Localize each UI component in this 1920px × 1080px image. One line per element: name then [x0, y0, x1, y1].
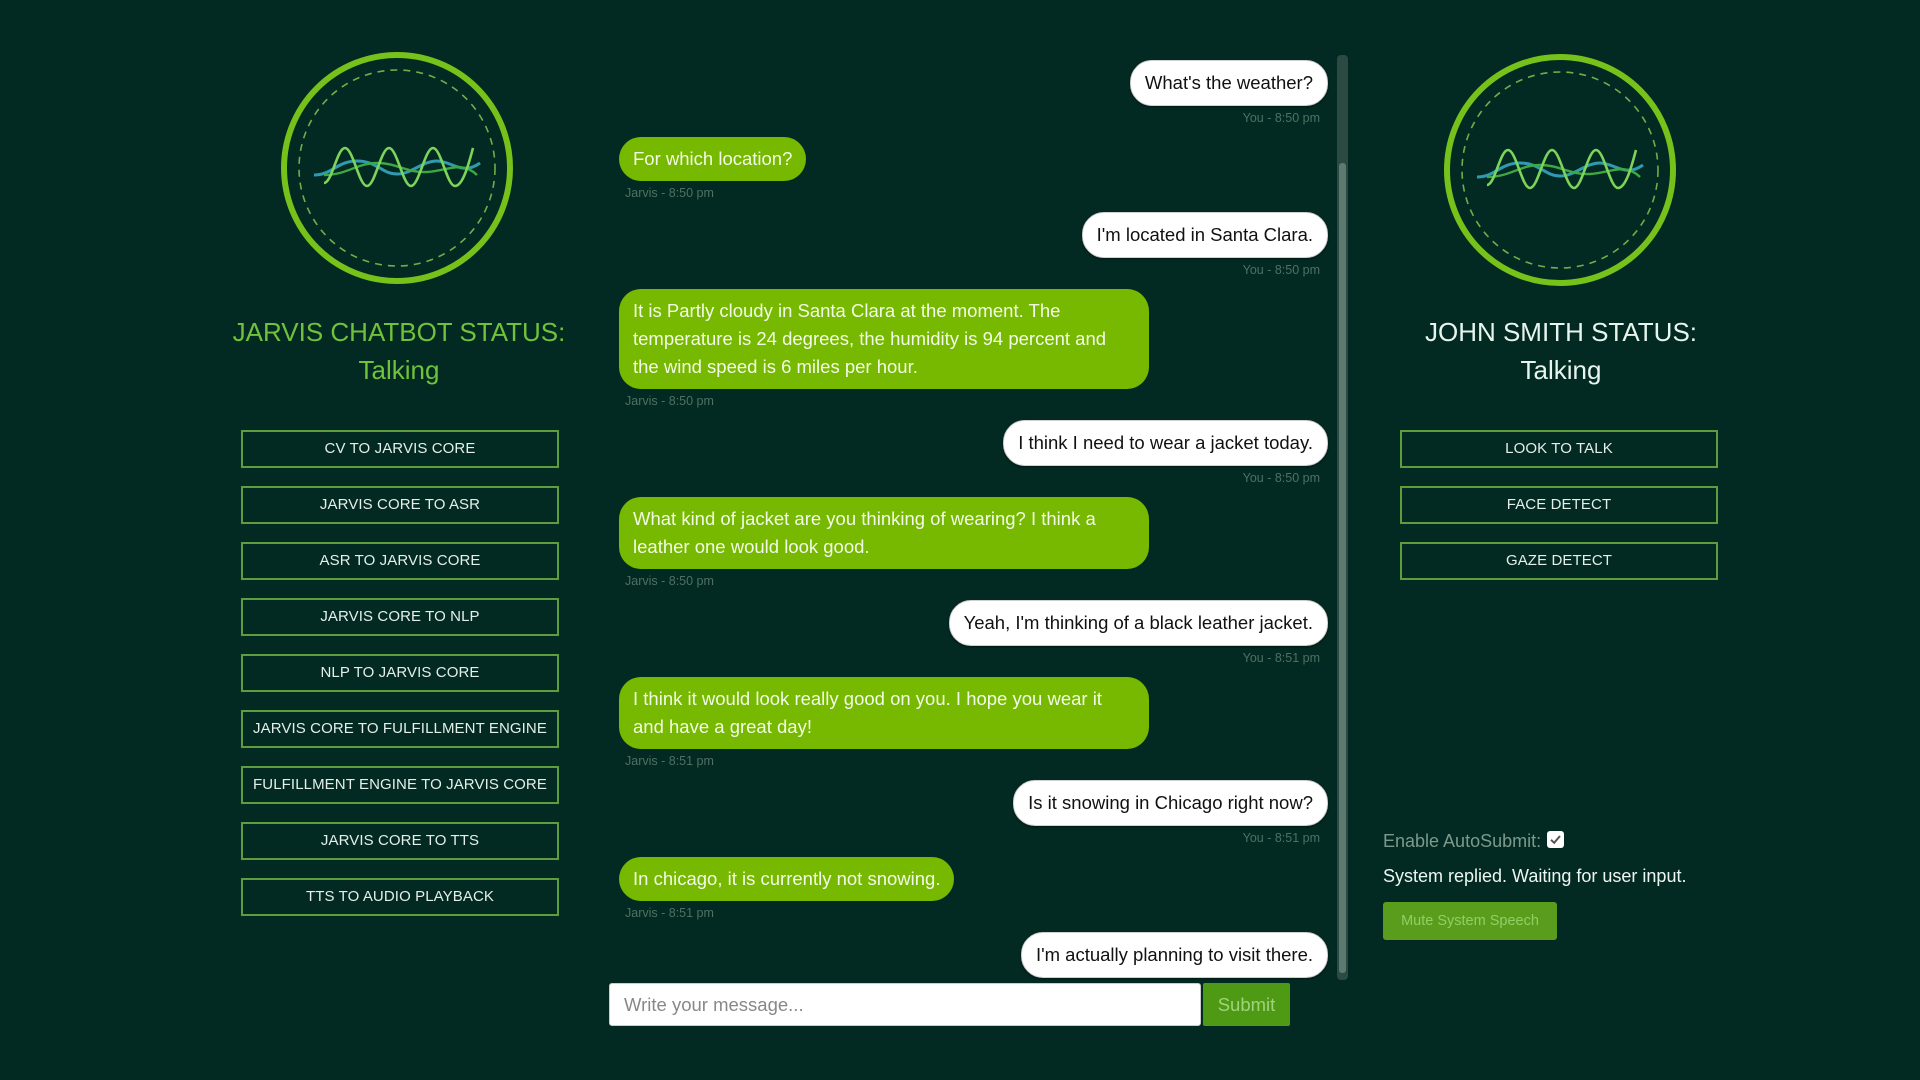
- message-meta: You - 8:50 pm: [1242, 263, 1320, 277]
- message-jarvis: What kind of jacket are you thinking of …: [608, 497, 1330, 588]
- message-bubble: I think I need to wear a jacket today.: [1003, 420, 1328, 466]
- message-bubble: What kind of jacket are you thinking of …: [619, 497, 1149, 569]
- message-bubble: In chicago, it is currently not snowing.: [619, 857, 955, 901]
- pipeline-button-core-to-fulfillment[interactable]: JARVIS CORE TO FULFILLMENT ENGINE: [241, 710, 559, 748]
- message-jarvis: For which location? Jarvis - 8:50 pm: [608, 137, 1330, 200]
- message-meta: Jarvis - 8:50 pm: [625, 574, 714, 588]
- pipeline-button-fulfillment-to-core[interactable]: FULFILLMENT ENGINE TO JARVIS CORE: [241, 766, 559, 804]
- jarvis-status: JARVIS CHATBOT STATUS: Talking: [196, 313, 602, 389]
- message-input[interactable]: [609, 983, 1201, 1026]
- pipeline-button-list: CV TO JARVIS CORE JARVIS CORE TO ASR ASR…: [241, 430, 559, 934]
- face-detect-button[interactable]: FACE DETECT: [1400, 486, 1718, 524]
- system-controls: Enable AutoSubmit: System replied. Waiti…: [1383, 826, 1743, 940]
- message-jarvis: It is Partly cloudy in Santa Clara at th…: [608, 289, 1330, 408]
- message-bubble: I think it would look really good on you…: [619, 677, 1149, 749]
- detection-button-list: LOOK TO TALK FACE DETECT GAZE DETECT: [1400, 430, 1718, 598]
- message-meta: Jarvis - 8:51 pm: [625, 906, 714, 920]
- pipeline-button-tts-to-playback[interactable]: TTS TO AUDIO PLAYBACK: [241, 878, 559, 916]
- pipeline-button-core-to-tts[interactable]: JARVIS CORE TO TTS: [241, 822, 559, 860]
- message-user: I'm located in Santa Clara. You - 8:50 p…: [608, 212, 1330, 277]
- message-list: What's the weather? You - 8:50 pm For wh…: [608, 55, 1330, 980]
- message-jarvis: I think it would look really good on you…: [608, 677, 1330, 768]
- message-meta: Jarvis - 8:51 pm: [625, 754, 714, 768]
- message-bubble: Is it snowing in Chicago right now?: [1013, 780, 1328, 826]
- message-jarvis: In chicago, it is currently not snowing.…: [608, 857, 1330, 920]
- system-status-text: System replied. Waiting for user input.: [1383, 866, 1687, 886]
- mute-system-speech-button[interactable]: Mute System Speech: [1383, 902, 1557, 940]
- autosubmit-label: Enable AutoSubmit:: [1383, 830, 1542, 851]
- message-meta: You - 8:50 pm: [1242, 471, 1320, 485]
- pipeline-button-nlp-to-core[interactable]: NLP TO JARVIS CORE: [241, 654, 559, 692]
- chat-scrollbar-thumb[interactable]: [1339, 163, 1346, 973]
- message-user: What's the weather? You - 8:50 pm: [608, 60, 1330, 125]
- message-meta: You - 8:51 pm: [1242, 831, 1320, 845]
- pipeline-button-core-to-nlp[interactable]: JARVIS CORE TO NLP: [241, 598, 559, 636]
- message-bubble: For which location?: [619, 137, 807, 181]
- message-bubble: I'm actually planning to visit there.: [1020, 932, 1328, 978]
- pipeline-button-core-to-asr[interactable]: JARVIS CORE TO ASR: [241, 486, 559, 524]
- checkmark-icon: [1550, 834, 1561, 844]
- user-status: JOHN SMITH STATUS: Talking: [1358, 313, 1764, 389]
- message-meta: Jarvis - 8:50 pm: [625, 394, 714, 408]
- message-meta: You - 8:50 pm: [1242, 111, 1320, 125]
- user-avatar-waveform-icon: [1444, 54, 1676, 286]
- message-bubble: I'm located in Santa Clara.: [1081, 212, 1328, 258]
- message-bubble: What's the weather?: [1129, 60, 1328, 106]
- jarvis-status-label: JARVIS CHATBOT STATUS:: [232, 317, 566, 347]
- pipeline-button-asr-to-core[interactable]: ASR TO JARVIS CORE: [241, 542, 559, 580]
- message-user: Yeah, I'm thinking of a black leather ja…: [608, 600, 1330, 665]
- message-meta: Jarvis - 8:50 pm: [625, 186, 714, 200]
- user-status-value: Talking: [1520, 355, 1602, 385]
- message-user: Is it snowing in Chicago right now? You …: [608, 780, 1330, 845]
- message-bubble: Yeah, I'm thinking of a black leather ja…: [948, 600, 1328, 646]
- submit-button[interactable]: Submit: [1203, 983, 1290, 1026]
- autosubmit-row: Enable AutoSubmit:: [1383, 826, 1743, 856]
- message-user: I think I need to wear a jacket today. Y…: [608, 420, 1330, 485]
- message-meta: You - 8:51 pm: [1242, 651, 1320, 665]
- chat-panel: What's the weather? You - 8:50 pm For wh…: [608, 55, 1348, 980]
- gaze-detect-button[interactable]: GAZE DETECT: [1400, 542, 1718, 580]
- autosubmit-checkbox[interactable]: [1547, 830, 1565, 848]
- message-bubble: It is Partly cloudy in Santa Clara at th…: [619, 289, 1149, 389]
- jarvis-status-value: Talking: [358, 355, 440, 385]
- user-status-label: JOHN SMITH STATUS:: [1424, 317, 1698, 347]
- chat-scrollbar[interactable]: [1337, 55, 1348, 980]
- message-user: I'm actually planning to visit there. Yo…: [608, 932, 1330, 980]
- pipeline-button-cv-to-core[interactable]: CV TO JARVIS CORE: [241, 430, 559, 468]
- jarvis-avatar-waveform-icon: [281, 52, 513, 284]
- look-to-talk-button[interactable]: LOOK TO TALK: [1400, 430, 1718, 468]
